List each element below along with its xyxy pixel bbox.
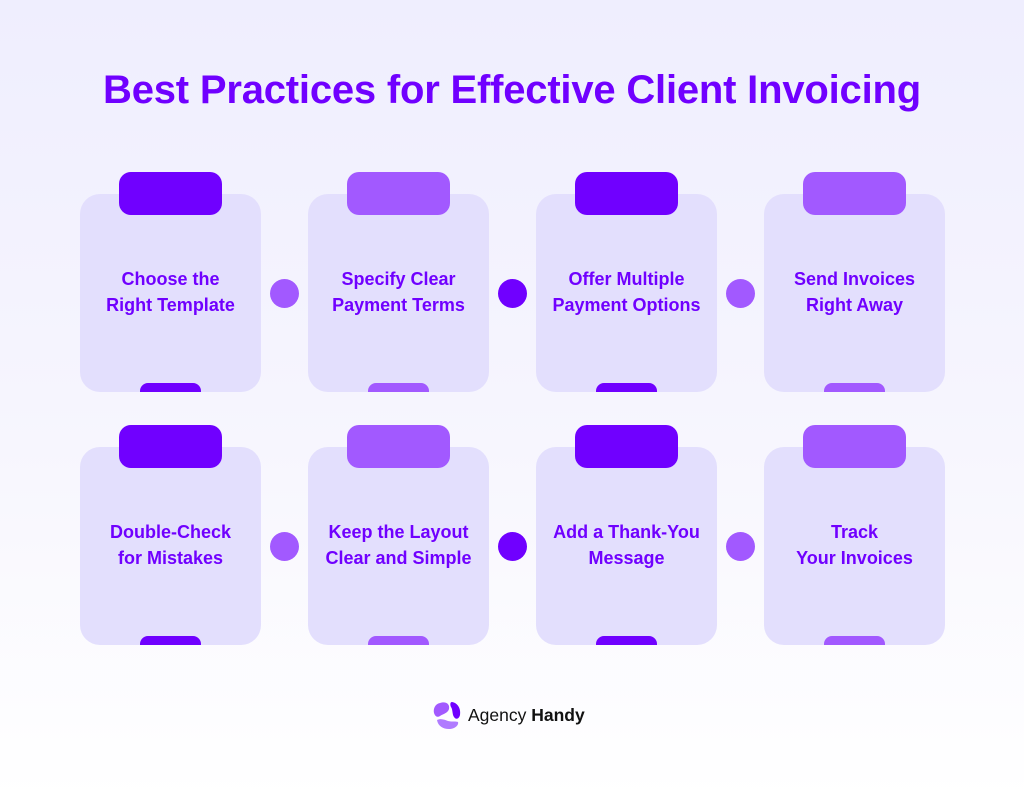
- card-bottom-tab: [368, 636, 429, 645]
- card-label: Specify Clear Payment Terms: [332, 269, 465, 315]
- card-bottom-tab: [596, 636, 657, 645]
- brand-name: Agency Handy: [468, 705, 585, 726]
- practice-card: Specify Clear Payment Terms: [308, 172, 489, 392]
- brand-name-regular: Agency: [468, 704, 527, 725]
- card-bottom-tab: [140, 383, 201, 392]
- card-label: Offer Multiple Payment Options: [552, 269, 701, 315]
- practice-card: Keep the Layout Clear and Simple: [308, 425, 489, 645]
- connector-dot: [498, 279, 527, 308]
- practice-card: Track Your Invoices: [764, 425, 945, 645]
- practice-card: Add a Thank-You Message: [536, 425, 717, 645]
- card-top-tab: [347, 425, 450, 468]
- card-top-tab: [119, 172, 222, 215]
- connector-dot: [270, 532, 299, 561]
- page-title: Best Practices for Effective Client Invo…: [103, 68, 921, 112]
- practice-card: Double-Check for Mistakes: [80, 425, 261, 645]
- card-top-tab: [803, 172, 906, 215]
- practice-card: Send Invoices Right Away: [764, 172, 945, 392]
- card-bottom-tab: [368, 383, 429, 392]
- connector-dot: [498, 532, 527, 561]
- card-top-tab: [803, 425, 906, 468]
- card-top-tab: [575, 172, 678, 215]
- card-bottom-tab: [824, 636, 885, 645]
- card-bottom-tab: [596, 383, 657, 392]
- connector-dot: [270, 279, 299, 308]
- card-label: Send Invoices Right Away: [793, 269, 916, 315]
- card-bottom-tab: [140, 636, 201, 645]
- card-label: Add a Thank-You Message: [553, 522, 700, 568]
- brand-footer: Agency Handy: [432, 700, 585, 730]
- card-label: Choose the Right Template: [106, 269, 235, 315]
- practice-card: Offer Multiple Payment Options: [536, 172, 717, 392]
- connector-dot: [726, 279, 755, 308]
- agency-handy-logo-icon: [433, 702, 461, 729]
- card-label: Keep the Layout Clear and Simple: [325, 522, 472, 568]
- card-top-tab: [575, 425, 678, 468]
- card-label: Track Your Invoices: [796, 522, 913, 568]
- brand-name-bold: Handy: [531, 704, 585, 725]
- card-bottom-tab: [824, 383, 885, 392]
- practice-card: Choose the Right Template: [80, 172, 261, 392]
- connector-dot: [726, 532, 755, 561]
- card-top-tab: [119, 425, 222, 468]
- card-label: Double-Check for Mistakes: [109, 522, 232, 568]
- card-top-tab: [347, 172, 450, 215]
